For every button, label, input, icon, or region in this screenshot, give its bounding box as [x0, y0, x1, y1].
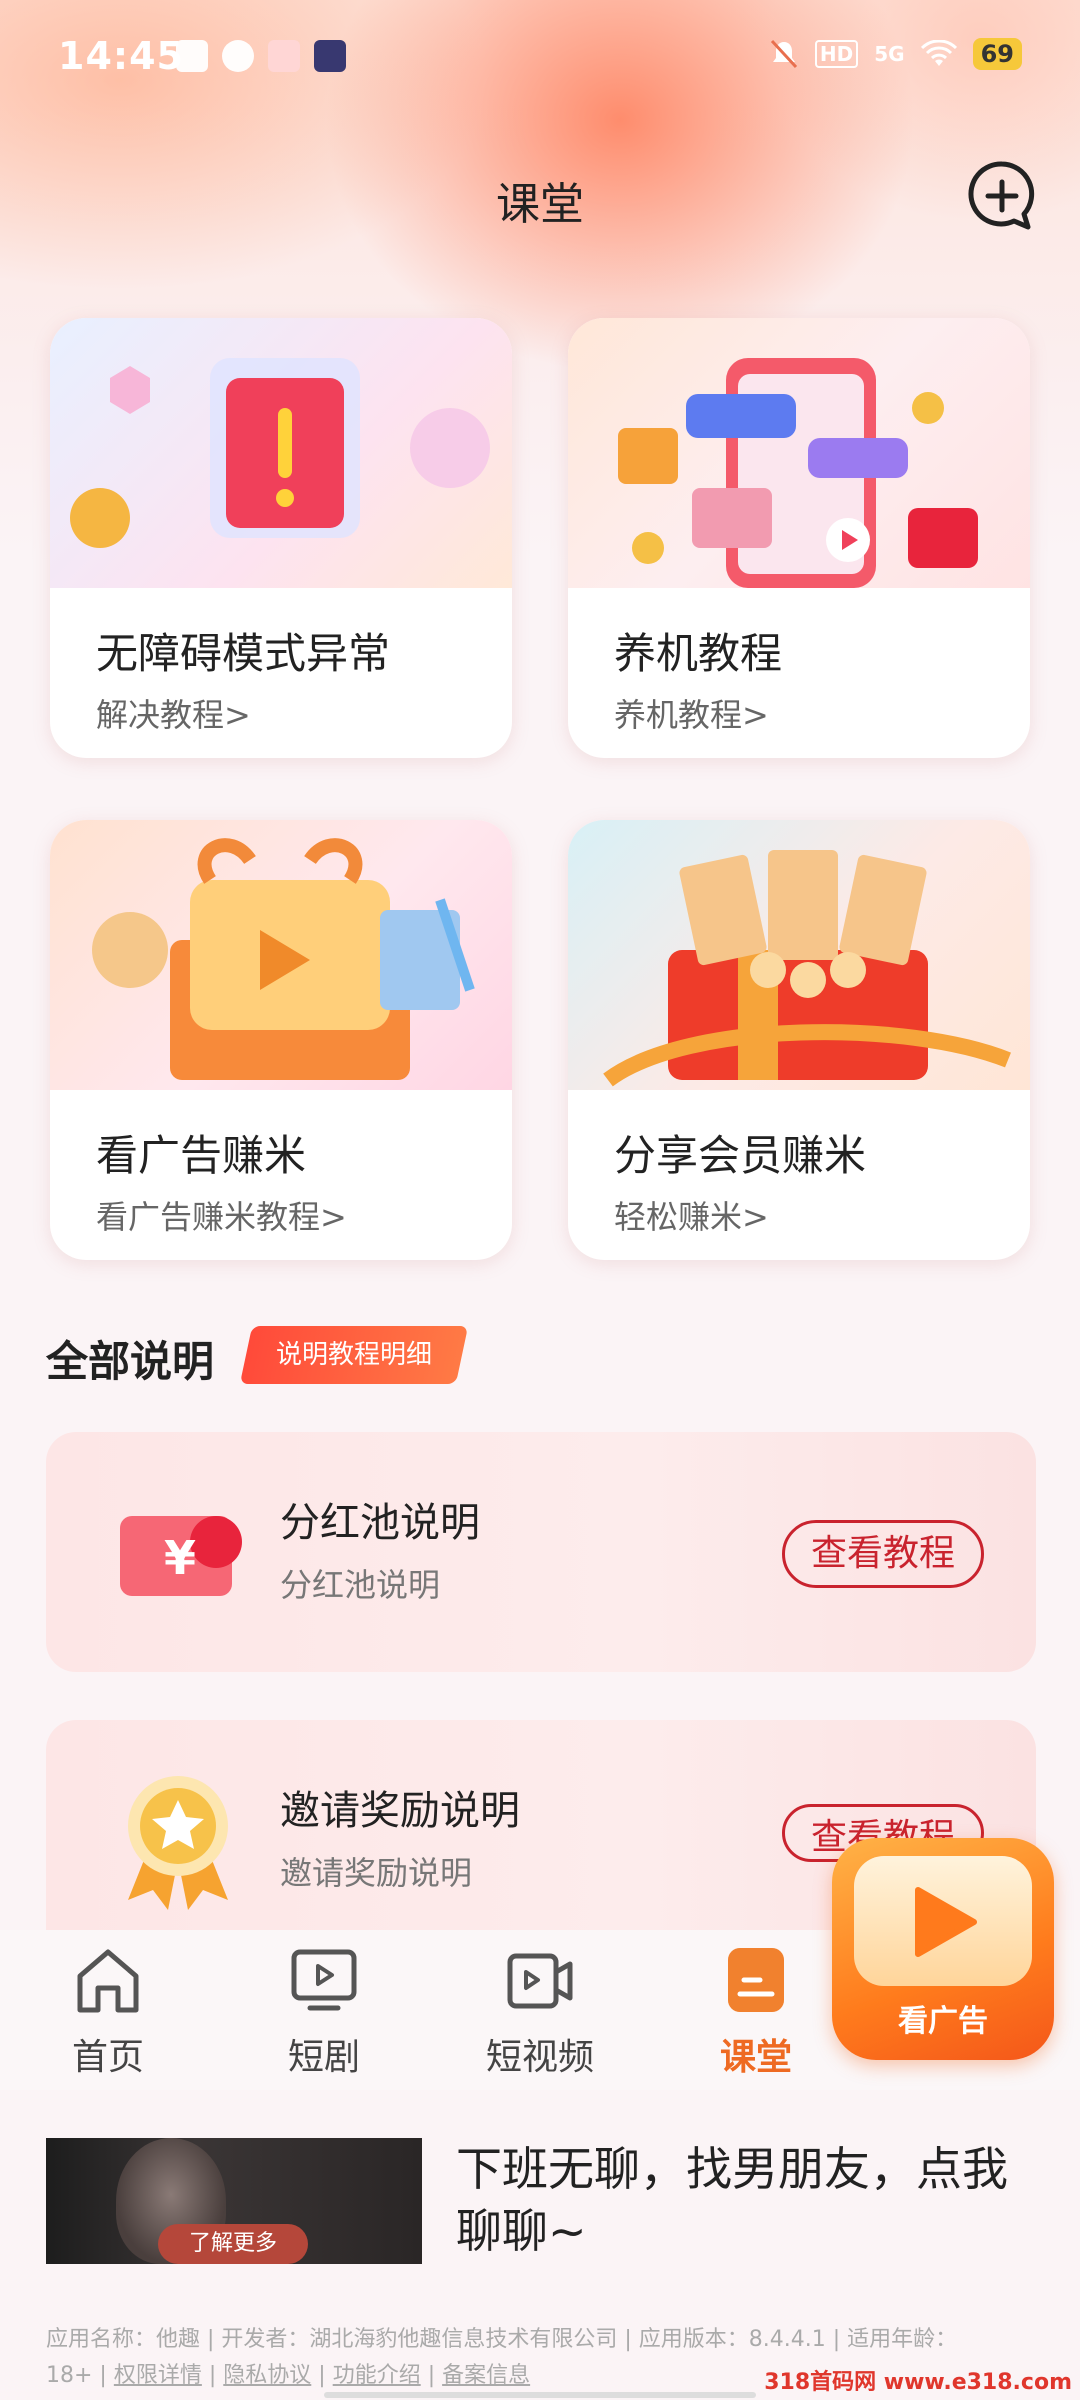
check-icon	[222, 40, 254, 72]
watermark: 318首码网 www.e318.com	[764, 2370, 1072, 2395]
tv-play-icon	[291, 1949, 357, 2011]
info-title: 分红池说明	[280, 1500, 480, 1546]
card-subtitle[interactable]: 养机教程>	[614, 690, 769, 736]
float-ad-label: 看广告	[898, 2004, 988, 2039]
svg-text:¥: ¥	[164, 1531, 196, 1585]
nav-label: 短剧	[287, 2037, 360, 2078]
card-watch-ads[interactable]: 看广告赚米 看广告赚米教程>	[50, 820, 512, 1260]
share-membership-illustration	[568, 820, 1030, 1090]
card-subtitle[interactable]: 解决教程>	[96, 690, 251, 736]
privacy-policy-link[interactable]: 隐私协议	[223, 2363, 311, 2388]
nav-label-active: 课堂	[719, 2037, 792, 2078]
float-ad-panel	[854, 1856, 1032, 1986]
notification-icons	[176, 40, 346, 72]
status-right: HD 5G 69	[769, 38, 1022, 70]
add-chat-icon[interactable]	[964, 158, 1040, 234]
ad-image[interactable]: 了解更多	[46, 2138, 422, 2264]
phone-care-illustration	[568, 318, 1030, 588]
card-share-membership[interactable]: 分享会员赚米 轻松赚米>	[568, 820, 1030, 1260]
play-app-icon	[314, 40, 346, 72]
play-icon	[915, 1887, 977, 1957]
card-title: 无障碍模式异常	[96, 629, 391, 678]
app-info-line: 应用名称：他趣 | 开发者：湖北海豹他趣信息技术有限公司 | 应用版本：8.4.…	[46, 2327, 958, 2352]
nav-label: 首页	[71, 2037, 144, 2078]
mute-bell-icon	[770, 39, 798, 69]
learn-more-button[interactable]: 了解更多	[158, 2224, 308, 2264]
status-time: 14:45	[58, 34, 184, 78]
card-title: 分享会员赚米	[614, 1131, 867, 1180]
watch-ads-illustration	[50, 820, 512, 1090]
classroom-icon	[728, 1948, 784, 2012]
card-subtitle[interactable]: 看广告赚米教程>	[96, 1192, 347, 1238]
info-row-dividend-pool[interactable]: ¥ 分红池说明 分红池说明 查看教程	[46, 1432, 1036, 1672]
info-title: 邀请奖励说明	[280, 1788, 520, 1834]
card-accessibility-issue[interactable]: 无障碍模式异常 解决教程>	[50, 318, 512, 758]
info-subtitle: 邀请奖励说明	[280, 1854, 473, 1892]
section-title: 全部说明	[46, 1337, 215, 1386]
home-indicator	[324, 2392, 756, 2398]
yuan-coupon-icon: ¥	[120, 1516, 242, 1596]
card-subtitle[interactable]: 轻松赚米>	[614, 1192, 769, 1238]
app-notification-icon	[176, 40, 208, 72]
video-camera-icon	[507, 1953, 573, 2009]
home-icon	[77, 1949, 139, 2013]
mascot-icon	[268, 40, 300, 72]
card-title: 看广告赚米	[96, 1131, 307, 1180]
age-rating: 18+	[46, 2363, 93, 2388]
watch-ad-float-button[interactable]: 看广告	[832, 1838, 1054, 2060]
feature-intro-link[interactable]: 功能介绍	[333, 2363, 421, 2388]
info-subtitle: 分红池说明	[280, 1566, 441, 1604]
medal-icon	[128, 1776, 228, 1910]
card-title: 养机教程	[614, 629, 783, 678]
page-title: 课堂	[496, 179, 584, 230]
section-tag: 说明教程明细	[239, 1326, 469, 1384]
hd-indicator: HD	[814, 40, 859, 68]
battery-indicator: 69	[972, 38, 1022, 70]
card-phone-care[interactable]: 养机教程 养机教程>	[568, 318, 1030, 758]
view-tutorial-button[interactable]: 查看教程	[782, 1520, 984, 1588]
network-indicator: 5G	[874, 42, 905, 66]
nav-label: 短视频	[485, 2037, 594, 2078]
permission-details-link[interactable]: 权限详情	[114, 2363, 202, 2388]
ad-text[interactable]: 下班无聊，找男朋友，点我聊聊~	[456, 2138, 1016, 2262]
filing-info-link[interactable]: 备案信息	[442, 2363, 530, 2388]
accessibility-illustration	[50, 318, 512, 588]
wifi-icon	[920, 40, 957, 66]
